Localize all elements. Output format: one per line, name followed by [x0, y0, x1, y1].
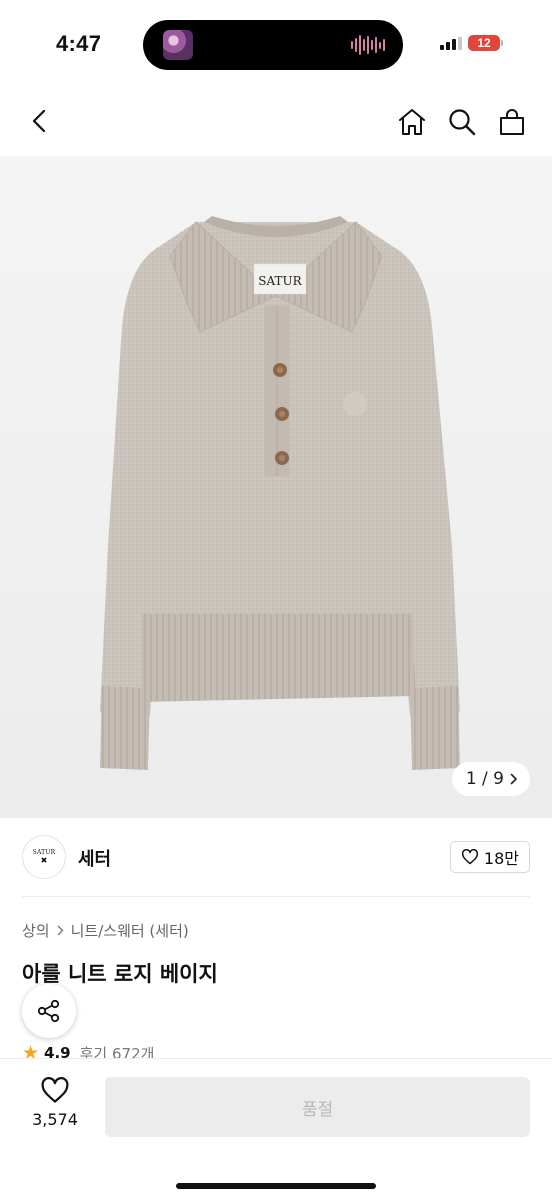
share-button[interactable]	[22, 984, 76, 1038]
brand-row[interactable]: SATUR ✖ 세터 18만	[0, 818, 552, 896]
sold-out-button[interactable]: 품절	[105, 1077, 530, 1137]
status-indicators: 12	[440, 35, 503, 51]
breadcrumb-category[interactable]: 상의	[22, 920, 50, 941]
battery-icon: 12	[468, 35, 503, 51]
brand-mark-icon: ✖	[40, 856, 48, 865]
share-icon	[37, 999, 60, 1023]
breadcrumb-subcategory[interactable]: 니트/스웨터 (세터)	[71, 920, 189, 941]
chevron-left-icon[interactable]	[22, 104, 56, 138]
brand-like-count: 18만	[483, 849, 519, 868]
chevron-right-icon	[57, 925, 64, 936]
search-icon[interactable]	[444, 104, 480, 140]
breadcrumb: 상의 니트/스웨터 (세터)	[22, 920, 189, 941]
wishlist-count: 3,574	[32, 1110, 78, 1129]
divider	[22, 896, 530, 897]
image-counter-text: 1 / 9	[465, 769, 504, 789]
bottom-action-bar: 3,574 품절	[0, 1058, 552, 1200]
wishlist-button[interactable]: 3,574	[22, 1077, 88, 1129]
nav-bar	[0, 90, 552, 156]
cellular-signal-icon	[440, 36, 462, 50]
brand-logo[interactable]: SATUR ✖	[22, 835, 66, 879]
dynamic-island[interactable]	[143, 20, 403, 70]
brand-logo-text: SATUR	[32, 849, 56, 856]
now-playing-artwork	[163, 30, 193, 60]
brand-like-button[interactable]: 18만	[449, 841, 530, 873]
sweater-illustration	[100, 216, 460, 770]
heart-icon	[41, 1077, 69, 1103]
image-counter[interactable]: 1 / 9	[451, 762, 530, 796]
status-bar: 4:47 12	[0, 0, 552, 90]
chevron-right-icon	[510, 773, 518, 785]
home-indicator[interactable]	[176, 1183, 376, 1189]
product-image[interactable]: SATUR 1 / 9	[0, 156, 552, 818]
brand-name[interactable]: 세터	[78, 845, 111, 871]
status-time: 4:47	[56, 31, 102, 56]
shopping-bag-icon[interactable]	[494, 104, 530, 140]
garment-label: SATUR	[258, 274, 302, 288]
heart-icon	[461, 849, 478, 865]
audio-waveform-icon	[351, 34, 385, 56]
home-icon[interactable]	[394, 104, 430, 140]
battery-level: 12	[477, 36, 491, 50]
